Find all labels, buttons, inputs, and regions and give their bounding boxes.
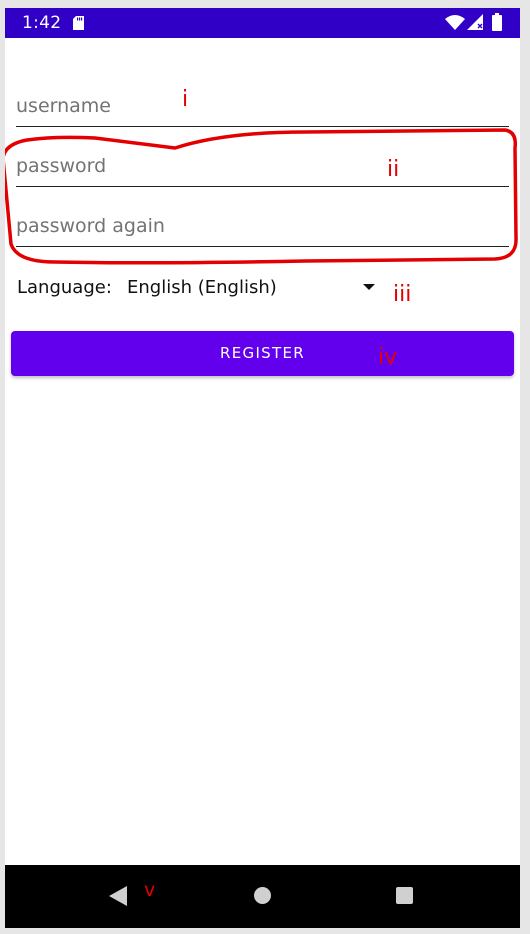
navigation-bar: v xyxy=(5,865,520,928)
annotation-label-ii: ii xyxy=(387,157,400,182)
annotation-label-iii: iii xyxy=(393,282,412,307)
annotation-label-iv: iv xyxy=(378,345,398,370)
home-icon[interactable] xyxy=(254,887,271,904)
phone-screen: 1:42 username Language: English (English… xyxy=(5,8,520,928)
back-icon[interactable] xyxy=(109,886,127,910)
annotation-label-v: v xyxy=(144,879,156,901)
annotation-label-i: i xyxy=(182,87,189,112)
recent-apps-icon[interactable] xyxy=(396,887,413,904)
annotation-outline xyxy=(5,128,518,265)
